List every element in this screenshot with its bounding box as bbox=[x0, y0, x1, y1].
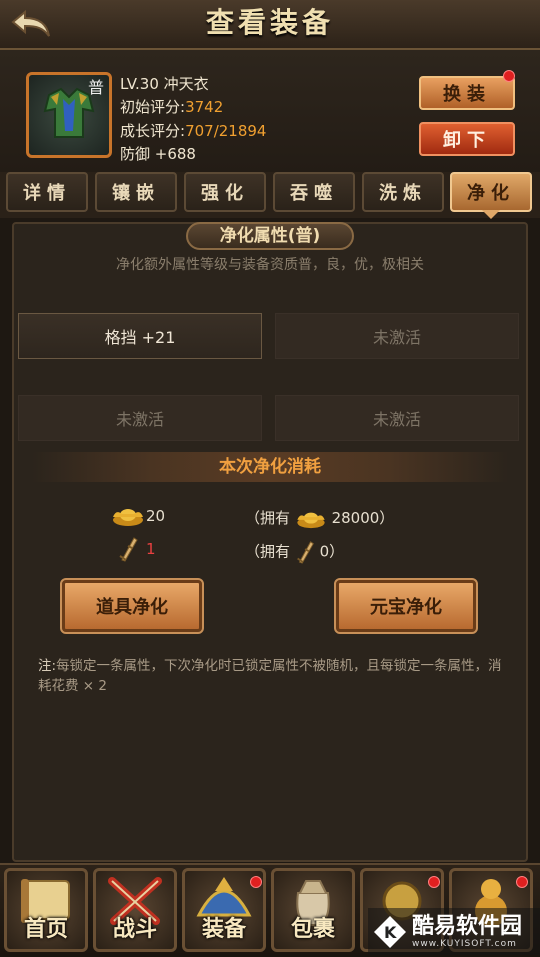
notification-dot bbox=[503, 70, 515, 82]
grade-label: 普 bbox=[88, 78, 105, 97]
item-cost: 1 bbox=[146, 540, 156, 558]
purify-scroll-small-icon bbox=[296, 541, 314, 564]
cost-title: 本次净化消耗 bbox=[32, 452, 508, 482]
watermark-url: www.KUYISOFT.com bbox=[412, 938, 517, 949]
nav-battle[interactable]: 战斗 bbox=[93, 868, 177, 952]
tab-purify[interactable]: 净化 bbox=[450, 172, 532, 212]
initial-score-row: 初始评分:3742 bbox=[120, 96, 223, 117]
nav-bag-label: 包裹 bbox=[290, 916, 335, 942]
item-owned-value: 0） bbox=[319, 542, 345, 561]
note-prefix: 注: bbox=[38, 658, 57, 674]
item-purify-button[interactable]: 道具净化 bbox=[60, 578, 204, 634]
growth-score-row: 成长评分:707/21894 bbox=[120, 120, 266, 141]
tab-enhance[interactable]: 强化 bbox=[184, 172, 266, 212]
attribute-slot-2: 未激活 bbox=[275, 313, 519, 359]
gold-ingot-small-icon bbox=[297, 512, 325, 528]
active-tab-indicator-icon bbox=[482, 210, 500, 219]
gold-owned-value: 28000） bbox=[331, 509, 395, 527]
section-description: 净化额外属性等级与装备资质普，良，优，极相关 bbox=[116, 257, 424, 273]
back-arrow-icon bbox=[11, 9, 50, 37]
watermark-logo-icon: K bbox=[374, 915, 406, 948]
tab-refine[interactable]: 洗炼 bbox=[362, 172, 444, 212]
purify-scroll-icon bbox=[119, 537, 138, 562]
gold-owned-label: （拥有 bbox=[245, 509, 291, 527]
note-text: 每锁定一条属性，下次净化时已锁定属性不被随机，且每锁定一条属性，消耗花费 × 2 bbox=[38, 658, 502, 694]
gold-cost: 20 bbox=[146, 507, 166, 525]
item-owned-row: （拥有 0） bbox=[245, 540, 344, 564]
gold-purify-button[interactable]: 元宝净化 bbox=[334, 578, 478, 634]
section-title: 净化属性(普) bbox=[186, 222, 354, 250]
nav-home-label: 首页 bbox=[23, 916, 68, 942]
purify-note: 注:每锁定一条属性，下次净化时已锁定属性不被随机，且每锁定一条属性，消耗花费 ×… bbox=[38, 656, 508, 696]
back-button[interactable] bbox=[6, 6, 56, 42]
attribute-slot-4: 未激活 bbox=[275, 395, 519, 441]
equipment-alert-dot bbox=[250, 876, 262, 888]
attribute-slot-3: 未激活 bbox=[18, 395, 262, 441]
nav-battle-label: 战斗 bbox=[112, 916, 157, 942]
nav-equipment-label: 装备 bbox=[201, 916, 246, 942]
tab-details[interactable]: 详情 bbox=[6, 172, 88, 212]
gold-owned-row: （拥有 28000） bbox=[245, 507, 394, 529]
watermark: K 酷易软件园 www.KUYISOFT.com bbox=[368, 908, 540, 955]
svg-text:K: K bbox=[384, 923, 397, 942]
nav-bag[interactable]: 包裹 bbox=[271, 868, 355, 952]
tab-devour[interactable]: 吞噬 bbox=[273, 172, 355, 212]
extra-alert-dot-2 bbox=[516, 876, 528, 888]
change-equipment-button[interactable]: 换装 bbox=[419, 76, 515, 110]
growth-score-label: 成长评分: bbox=[120, 122, 186, 140]
item-name-level: LV.30 冲天衣 bbox=[120, 75, 209, 93]
growth-score-value: 707/21894 bbox=[185, 122, 267, 140]
defense-stat: 防御 +688 bbox=[120, 145, 196, 163]
initial-score-label: 初始评分: bbox=[120, 98, 186, 116]
remove-equipment-button[interactable]: 卸下 bbox=[419, 122, 515, 156]
watermark-name: 酷易软件园 bbox=[412, 913, 523, 939]
tab-inlay[interactable]: 镶嵌 bbox=[95, 172, 177, 212]
attribute-slot-1[interactable]: 格挡 +21 bbox=[18, 313, 262, 359]
gold-ingot-icon bbox=[113, 509, 143, 526]
page-title: 查看装备 bbox=[205, 6, 334, 39]
item-owned-label: （拥有 bbox=[245, 542, 291, 561]
initial-score-value: 3742 bbox=[185, 98, 224, 116]
extra-alert-dot-1 bbox=[428, 876, 440, 888]
nav-home[interactable]: 首页 bbox=[4, 868, 88, 952]
